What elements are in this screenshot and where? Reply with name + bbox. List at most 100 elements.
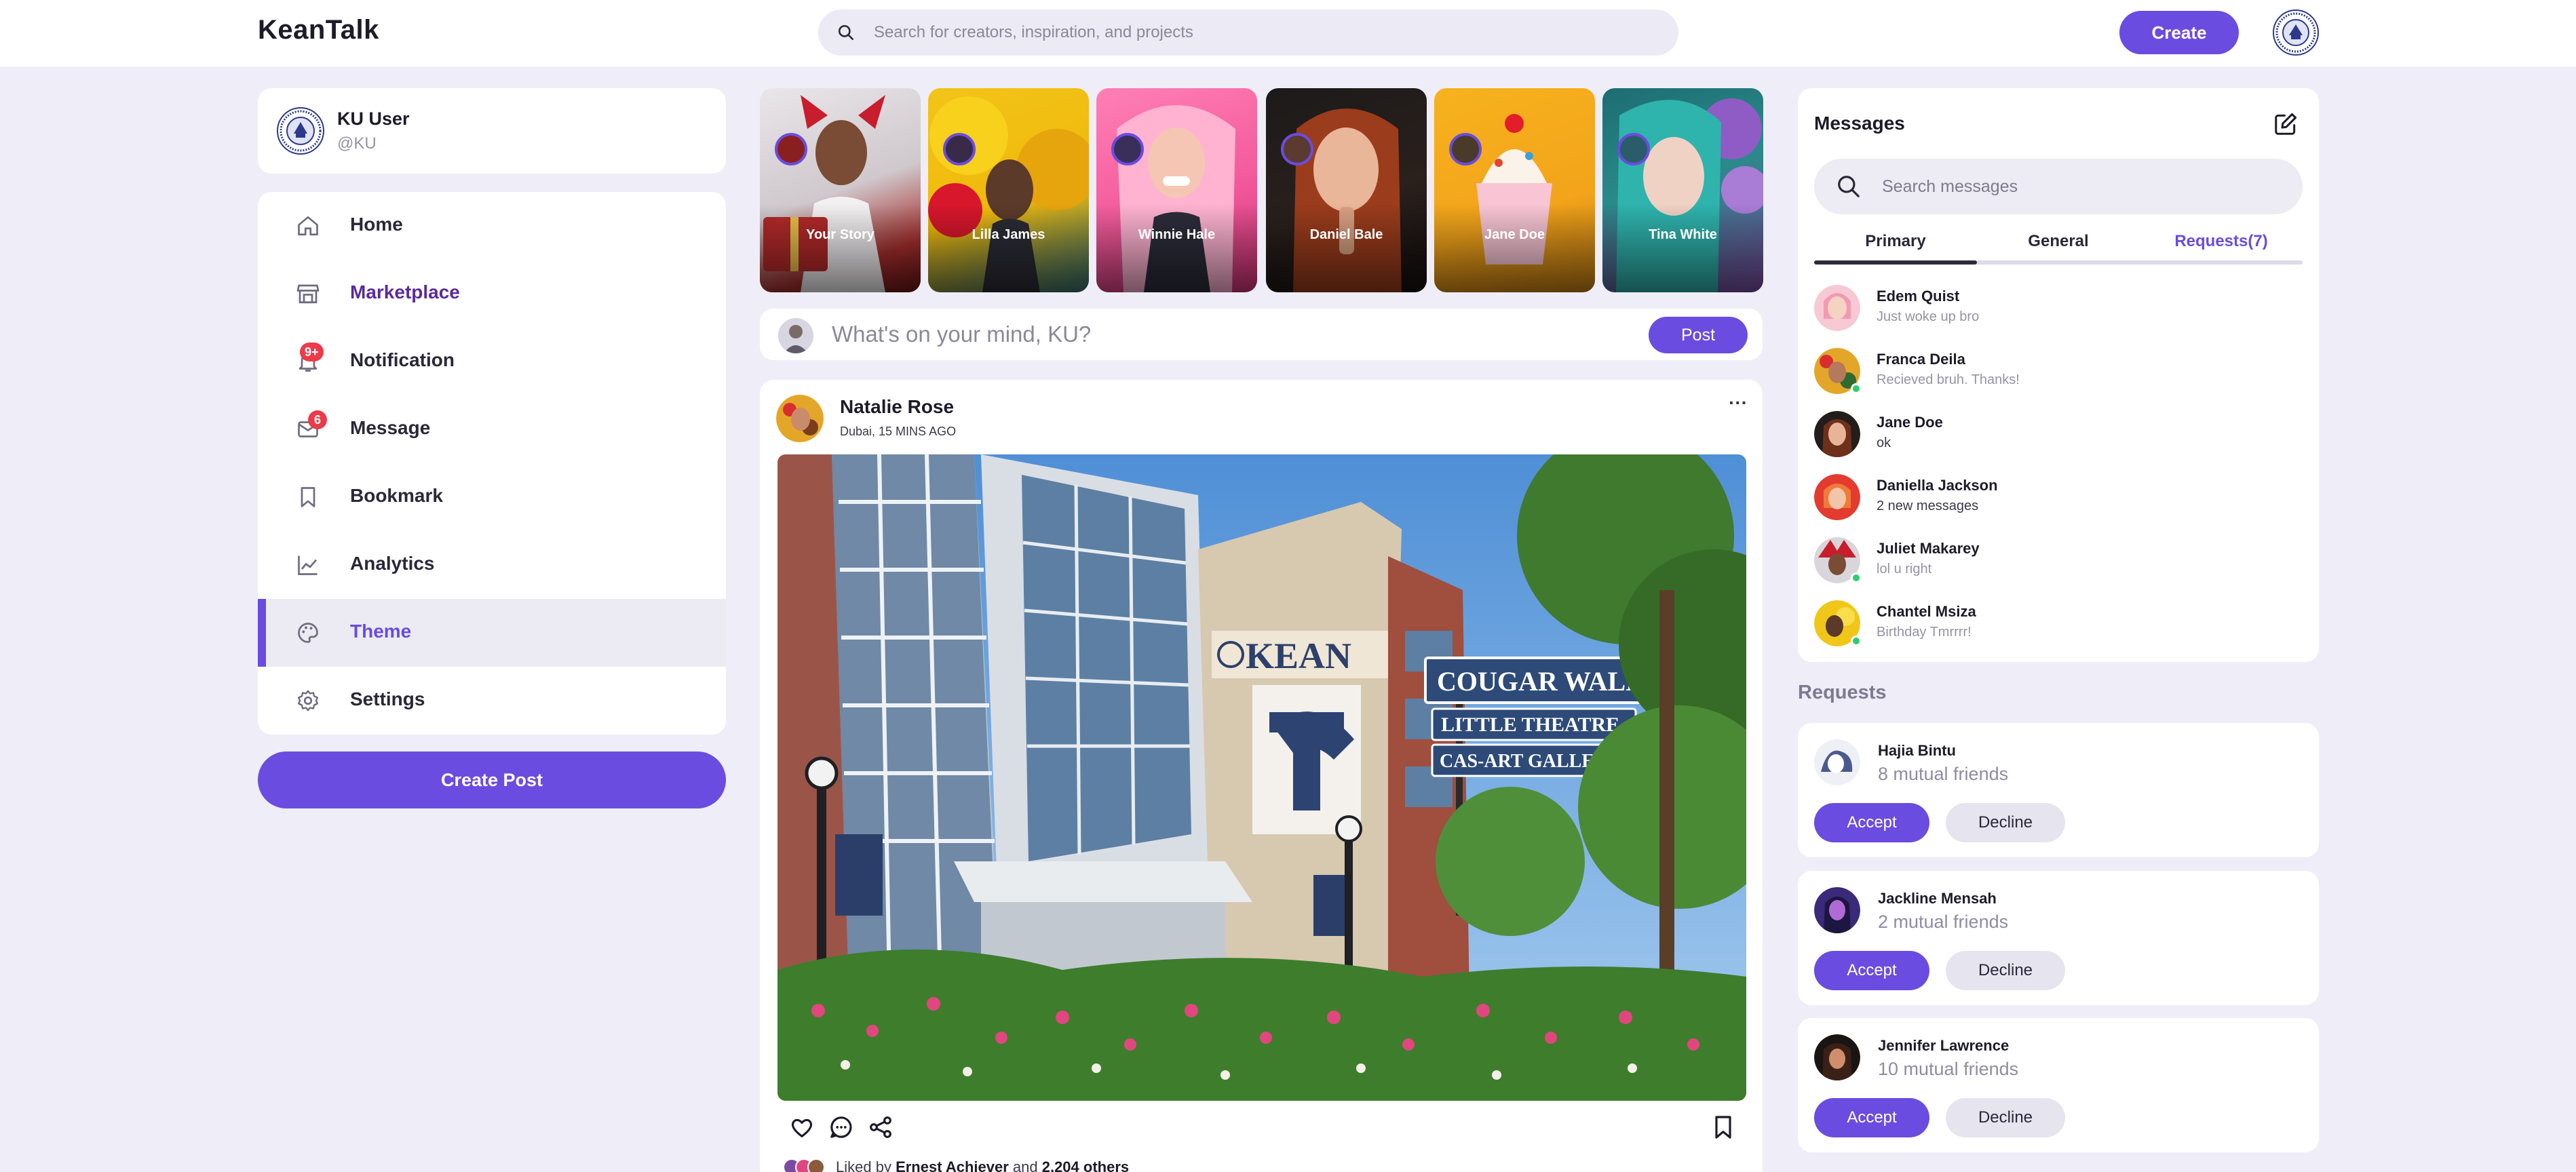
- palette-icon: [298, 623, 318, 643]
- post-photo-illustration: KEAN COUGAR WALK LITTLE THEATRE CAS-ART …: [777, 454, 1746, 1101]
- story-shade: [1266, 203, 1427, 292]
- messages-search-input[interactable]: Search messages: [1814, 159, 2303, 214]
- request-mutual: 2 mutual friends: [1878, 912, 2009, 932]
- story-avatar: [1617, 133, 1650, 165]
- story-name: Your Story: [806, 227, 874, 242]
- sidebar-item-marketplace[interactable]: Marketplace: [258, 260, 726, 328]
- user-avatar[interactable]: [2273, 9, 2319, 56]
- message-item[interactable]: Chantel Msiza Birthday Tmrrrr!: [1814, 600, 2303, 659]
- message-badge: 6: [308, 410, 327, 429]
- message-preview: Recieved bruh. Thanks!: [1877, 372, 2020, 387]
- story-card[interactable]: Your Story: [760, 88, 921, 292]
- message-item[interactable]: Juliet Makarey lol u right: [1814, 537, 2303, 595]
- request-mutual: 8 mutual friends: [1878, 764, 2009, 784]
- story-name: Daniel Bale: [1309, 227, 1383, 242]
- liked-by-user[interactable]: Ernest Achiever: [896, 1158, 1009, 1172]
- liked-others-count[interactable]: 2,204 others: [1042, 1158, 1129, 1172]
- tab-requests[interactable]: Requests(7): [2140, 232, 2303, 251]
- post-author-name[interactable]: Natalie Rose: [840, 396, 954, 418]
- create-button[interactable]: Create: [2119, 11, 2239, 54]
- story-avatar: [1281, 133, 1313, 165]
- sidebar-item-analytics[interactable]: Analytics: [258, 531, 726, 599]
- request-name[interactable]: Jackline Mensah: [1878, 890, 1997, 907]
- story-name: Lilla James: [972, 227, 1045, 242]
- request-name[interactable]: Jennifer Lawrence: [1878, 1037, 2009, 1055]
- comment-icon[interactable]: [828, 1114, 855, 1141]
- request-avatar[interactable]: [1814, 887, 1860, 933]
- sidebar-item-home[interactable]: Home: [258, 192, 726, 260]
- message-item[interactable]: Franca Deila Recieved bruh. Thanks!: [1814, 348, 2303, 406]
- story-shade: [1434, 203, 1595, 292]
- post-image[interactable]: KEAN COUGAR WALK LITTLE THEATRE CAS-ART …: [777, 454, 1746, 1101]
- sidebar-item-notification[interactable]: 9+ Notification: [258, 328, 726, 395]
- story-card[interactable]: Lilla James: [928, 88, 1089, 292]
- share-icon[interactable]: [867, 1114, 894, 1141]
- post-likes-summary[interactable]: Liked by Ernest Achiever and 2,204 other…: [836, 1158, 1129, 1172]
- profile-name: KU User: [337, 109, 410, 129]
- liked-prefix: Liked by: [836, 1158, 896, 1172]
- sidebar-menu: Home Marketplace 9+ Notification 6 Messa…: [258, 192, 726, 735]
- bookmark-icon: [301, 487, 315, 507]
- post-button[interactable]: Post: [1649, 317, 1748, 353]
- global-search-input[interactable]: Search for creators, inspiration, and pr…: [818, 9, 1678, 56]
- tab-general[interactable]: General: [1977, 232, 2140, 251]
- liker-avatar: [807, 1158, 825, 1172]
- accept-button[interactable]: Accept: [1814, 951, 1929, 990]
- message-item[interactable]: Edem Quist Just woke up bro: [1814, 285, 2303, 343]
- bookmark-icon[interactable]: [1710, 1114, 1737, 1141]
- post-composer[interactable]: What's on your mind, KU? Post: [760, 309, 1763, 360]
- active-indicator: [258, 599, 266, 667]
- story-shade: [1096, 203, 1257, 292]
- sidebar-item-label: Marketplace: [350, 281, 460, 302]
- more-options-icon[interactable]: ···: [1729, 392, 1748, 414]
- create-post-button[interactable]: Create Post: [258, 751, 726, 808]
- post-meta: Dubai, 15 MINS AGO: [840, 425, 957, 438]
- message-item[interactable]: Daniella Jackson 2 new messages: [1814, 474, 2303, 532]
- story-shade: [760, 203, 921, 292]
- story-name: Tina White: [1649, 227, 1717, 242]
- sidebar-item-label: Message: [350, 417, 431, 438]
- story-card[interactable]: Daniel Bale: [1266, 88, 1427, 292]
- sidebar-item-label: Theme: [350, 621, 412, 642]
- gear-icon: [298, 690, 318, 711]
- decline-button[interactable]: Decline: [1946, 803, 2065, 842]
- app-logo[interactable]: KeanTalk: [258, 15, 379, 45]
- like-icon[interactable]: [788, 1114, 815, 1141]
- decline-button[interactable]: Decline: [1946, 1098, 2065, 1137]
- post-author-avatar[interactable]: [776, 395, 824, 442]
- profile-handle: @KU: [337, 134, 377, 153]
- profile-avatar: [277, 107, 324, 155]
- sidebar-item-label: Settings: [350, 688, 425, 709]
- message-sender: Daniella Jackson: [1877, 477, 1998, 494]
- building-sign-text: KEAN: [1246, 636, 1351, 676]
- story-card[interactable]: Tina White: [1602, 88, 1763, 292]
- sidebar-item-label: Home: [350, 214, 403, 235]
- online-indicator: [1851, 383, 1862, 394]
- sidebar-item-message[interactable]: 6 Message: [258, 395, 726, 463]
- search-icon: [838, 24, 854, 41]
- street-sign-line-1: COUGAR WALK: [1437, 666, 1647, 697]
- friend-request-card: Hajia Bintu 8 mutual friends Accept Decl…: [1798, 723, 2319, 857]
- sidebar-item-label: Notification: [350, 349, 455, 370]
- story-card[interactable]: Winnie Hale: [1096, 88, 1257, 292]
- notification-badge: 9+: [300, 343, 324, 362]
- request-avatar[interactable]: [1814, 739, 1860, 785]
- friend-request-card: Jennifer Lawrence 10 mutual friends Acce…: [1798, 1018, 2319, 1152]
- tab-primary[interactable]: Primary: [1814, 232, 1977, 251]
- compose-icon[interactable]: [2273, 111, 2299, 137]
- story-card[interactable]: Jane Doe: [1434, 88, 1595, 292]
- requests-title: Requests: [1798, 682, 1887, 703]
- profile-card[interactable]: KU User @KU: [258, 88, 726, 174]
- accept-button[interactable]: Accept: [1814, 803, 1929, 842]
- sidebar-item-settings[interactable]: Settings: [258, 667, 726, 735]
- story-avatar: [1449, 133, 1482, 165]
- composer-placeholder[interactable]: What's on your mind, KU?: [832, 321, 1091, 347]
- request-avatar[interactable]: [1814, 1034, 1860, 1080]
- sidebar-item-theme[interactable]: Theme: [258, 599, 726, 667]
- request-name[interactable]: Hajia Bintu: [1878, 742, 1956, 760]
- decline-button[interactable]: Decline: [1946, 951, 2065, 990]
- message-sender: Chantel Msiza: [1877, 603, 1976, 620]
- sidebar-item-bookmark[interactable]: Bookmark: [258, 463, 726, 531]
- accept-button[interactable]: Accept: [1814, 1098, 1929, 1137]
- message-item[interactable]: Jane Doe ok: [1814, 411, 2303, 469]
